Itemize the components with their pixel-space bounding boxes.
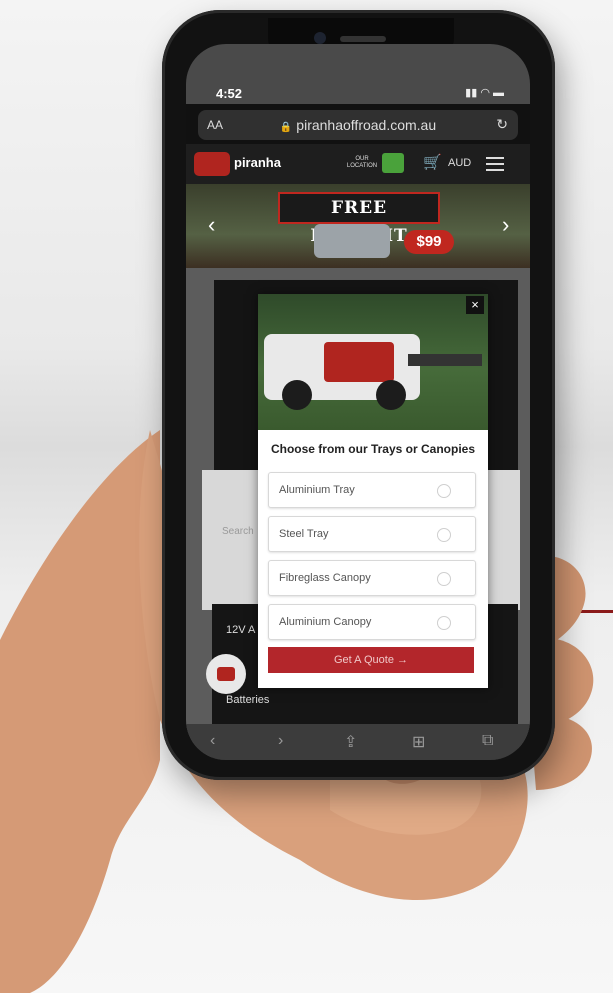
popup-title: Choose from our Trays or Canopies [270,442,476,456]
radio-button[interactable] [437,484,451,498]
forward-icon[interactable]: › [278,732,283,750]
get-quote-button[interactable]: Get A Quote → [268,647,474,673]
close-icon[interactable]: × [466,296,484,314]
chat-logo-icon [217,667,235,681]
search-hint: Search [222,526,254,537]
cart-icon[interactable]: 🛒 [423,153,442,171]
signal-wifi-battery-icon: ▮▮ ◠ ▬ [465,87,504,99]
hamburger-menu-icon[interactable] [486,157,504,175]
option-fibreglass-canopy[interactable]: Fibreglass Canopy [268,560,476,596]
carousel-next-icon[interactable]: › [502,212,509,238]
truck-wheel [376,380,406,410]
hero-banner: FREE FREIGHT $99 ‹ › [186,184,530,268]
option-label: Fibreglass Canopy [279,572,371,584]
category-item[interactable]: Batteries [226,694,269,706]
banner-headline: FREE FREIGHT [278,192,440,246]
option-label: Aluminium Canopy [279,616,372,628]
status-time: 4:52 [216,86,243,101]
tabs-icon[interactable]: ⧉ [482,732,493,750]
currency-selector[interactable]: AUD [448,157,471,169]
lock-icon: 🔒 [279,122,293,133]
carousel-prev-icon[interactable]: ‹ [208,212,215,238]
our-location-link[interactable]: OUR LOCATION [346,156,378,170]
front-camera [314,32,326,44]
status-bar: 4:52 ▮▮ ◠ ▬ [186,44,530,104]
share-icon[interactable]: ⇪ [344,732,357,752]
reload-icon[interactable]: ↻ [496,116,508,133]
radio-button[interactable] [437,616,451,630]
speaker-grille [340,36,386,42]
banner-truck-image [314,224,390,258]
quote-popup: × Choose from our Trays or Canopies Alum… [258,294,488,688]
option-label: Steel Tray [279,528,329,540]
back-icon[interactable]: ‹ [210,732,215,750]
option-aluminium-tray[interactable]: Aluminium Tray [268,472,476,508]
address-bar[interactable]: AA 🔒 piranhaoffroad.com.au ↻ [198,110,518,140]
truck-wrap [324,342,394,382]
truck-wheel [282,380,312,410]
category-item[interactable]: 12V A [226,624,255,636]
site-header: piranha OUR LOCATION 🛒 AUD [186,144,530,184]
browser-toolbar: ‹ › ⇪ ⊞ ⧉ [186,724,530,760]
radio-button[interactable] [437,528,451,542]
radio-button[interactable] [437,572,451,586]
chat-bubble-button[interactable] [206,654,246,694]
url-text: piranhaoffroad.com.au [296,117,437,133]
option-label: Aluminium Tray [279,484,355,496]
map-icon[interactable] [382,153,404,173]
popup-truck-image: × [258,294,488,430]
url-display[interactable]: 🔒 piranhaoffroad.com.au [198,117,518,133]
option-aluminium-canopy[interactable]: Aluminium Canopy [268,604,476,640]
truck-tray [408,354,482,366]
bookmarks-icon[interactable]: ⊞ [412,732,425,752]
brand-name[interactable]: piranha [234,155,281,170]
piranha-logo[interactable] [194,152,230,176]
option-steel-tray[interactable]: Steel Tray [268,516,476,552]
banner-price-badge: $99 [404,230,454,254]
phone-screen: 4:52 ▮▮ ◠ ▬ AA 🔒 piranhaoffroad.com.au ↻ … [186,44,530,760]
